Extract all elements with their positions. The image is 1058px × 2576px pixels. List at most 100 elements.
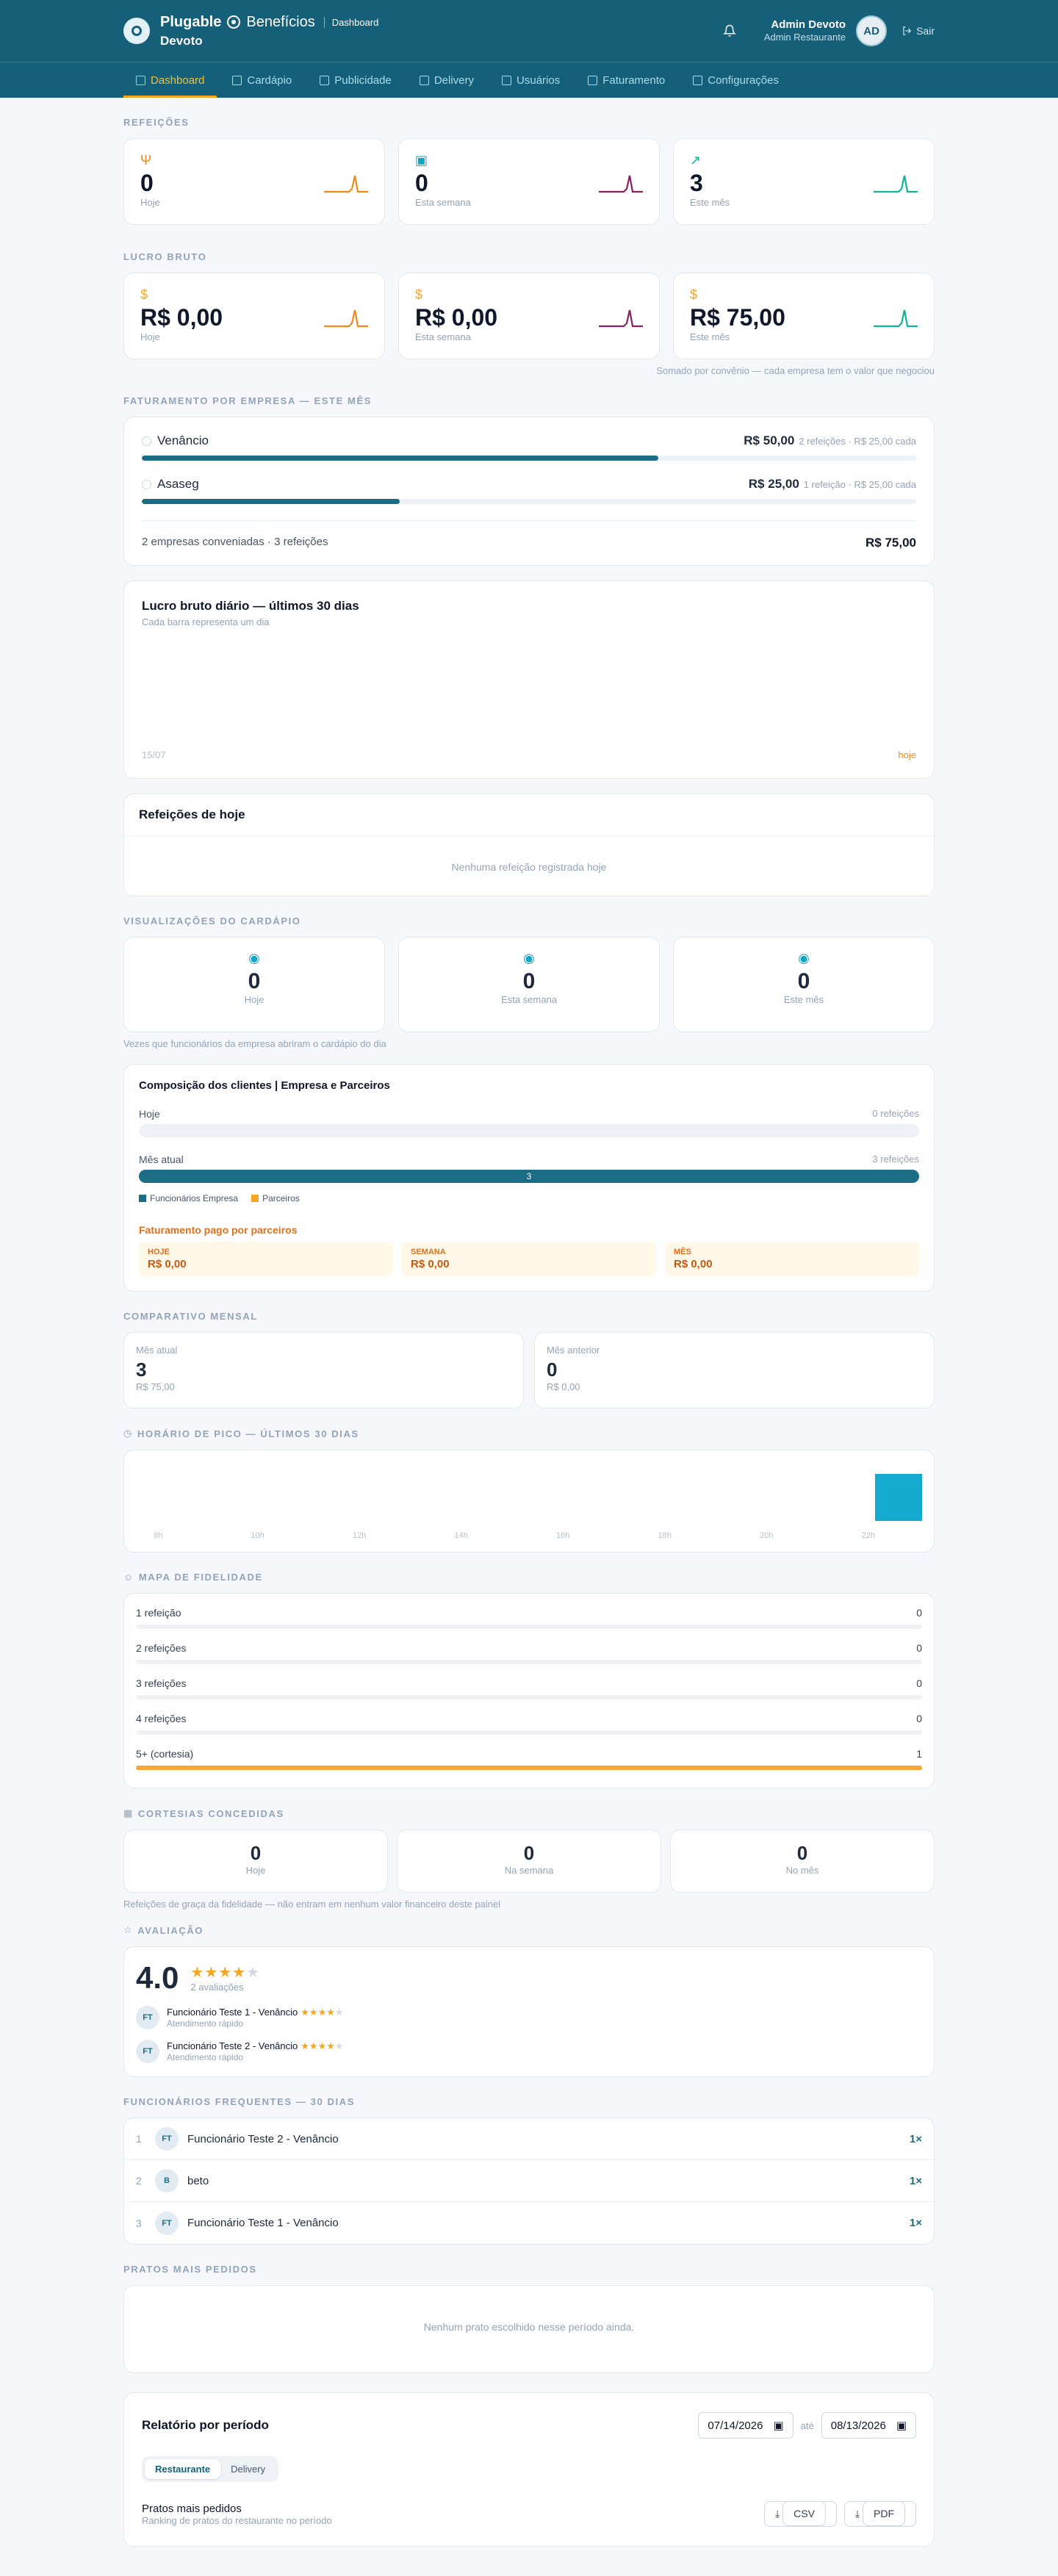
- tick-label: 10h: [251, 1531, 264, 1540]
- gift-icon: ▦: [123, 1807, 134, 1818]
- restaurant-name: Devoto: [160, 33, 203, 48]
- star-icon: ☆: [123, 1924, 134, 1935]
- card-title: Refeições de hoje: [124, 794, 934, 836]
- revenue-summary: 2 empresas conveniadas · 3 refeições: [142, 536, 328, 548]
- company-detail: 2 refeições · R$ 25,00 cada: [799, 436, 916, 447]
- avatar[interactable]: AD: [856, 15, 888, 46]
- pdf-button[interactable]: ⤓ PDF: [843, 2501, 916, 2527]
- rating-count: 2 avaliações: [190, 1982, 244, 1993]
- tab-label: Cardápio: [247, 73, 292, 87]
- gear-icon: [693, 75, 703, 85]
- tab-label: Usuários: [517, 73, 561, 87]
- tab-restaurant[interactable]: Restaurante: [145, 2459, 221, 2479]
- tab-cardapio[interactable]: Cardápio: [220, 62, 304, 98]
- app-logo[interactable]: [123, 18, 150, 44]
- company-icon: [142, 479, 151, 489]
- section-label: ☺ Mapa de fidelidade: [123, 1572, 263, 1583]
- section-label: ▦ Cortesias concedidas: [123, 1807, 284, 1819]
- clock-icon: ◷: [123, 1428, 133, 1439]
- logout-icon: [903, 26, 912, 35]
- courtesy-card: 0 Na semana: [397, 1830, 661, 1893]
- views-value: 0: [522, 969, 536, 993]
- tab-delivery[interactable]: Delivery: [220, 2459, 276, 2479]
- section-label: Lucro bruto: [123, 251, 207, 262]
- views-value: 0: [248, 969, 261, 993]
- company-row: Asaseg R$ 25,00 1 refeição · R$ 25,00 cad…: [142, 477, 916, 504]
- tick-label: 8h: [154, 1531, 163, 1540]
- revenue-by-company-card: Venâncio R$ 50,00 2 refeições · R$ 25,00 …: [123, 417, 935, 566]
- courtesy-card: 0 No mês: [670, 1830, 935, 1893]
- empty-state: Nenhum prato escolhido nesse período ain…: [423, 2321, 635, 2333]
- views-note: Vezes que funcionários da empresa abrira…: [123, 1038, 386, 1049]
- calendar-icon: ▣: [415, 153, 428, 168]
- section-label: Funcionários frequentes — 30 dias: [123, 2096, 355, 2107]
- views-label: Esta semana: [501, 994, 557, 1005]
- report-tabs: Restaurante Delivery: [142, 2456, 279, 2482]
- tab-publicidade[interactable]: Publicidade: [307, 62, 404, 98]
- user-role: Admin Restaurante: [763, 32, 846, 43]
- tab-dashboard[interactable]: Dashboard: [123, 62, 217, 98]
- date-from-input[interactable]: 07/14/2026 ▣: [698, 2412, 794, 2439]
- section-label: Refeições: [123, 117, 190, 128]
- section-label: ☆ Avaliação: [123, 1924, 204, 1936]
- tab-faturamento[interactable]: Faturamento: [575, 62, 677, 98]
- views-value: 0: [797, 969, 810, 993]
- composition-card: Composição dos clientes | Empresa e Parc…: [123, 1064, 935, 1292]
- kpi-label: Este mês: [690, 331, 730, 342]
- tab-usuarios[interactable]: Usuários: [489, 62, 572, 98]
- sparkline: [874, 309, 918, 328]
- tab-configuracoes[interactable]: Configurações: [680, 62, 791, 98]
- revenue-total: R$ 75,00: [866, 536, 916, 550]
- kpi-card: $ R$ 0,00 Esta semana: [398, 273, 660, 359]
- company-bar-fill: [142, 456, 659, 461]
- users-icon: ☺: [123, 1572, 134, 1583]
- bell-icon[interactable]: [720, 21, 739, 40]
- csv-button[interactable]: ⤓ CSV: [764, 2501, 837, 2527]
- company-name: Venâncio: [157, 433, 209, 447]
- company-row: Venâncio R$ 50,00 2 refeições · R$ 25,00 …: [142, 433, 916, 461]
- trend-up-icon: ↗: [690, 153, 702, 168]
- kpi-label: Esta semana: [415, 197, 471, 208]
- megaphone-icon: [320, 75, 330, 85]
- kpi-label: Hoje: [140, 331, 160, 342]
- section-label: Faturamento por empresa — este mês: [123, 395, 373, 406]
- section-label: Visualizações do cardápio: [123, 915, 301, 927]
- chart-title: Lucro bruto diário — últimos 30 dias: [142, 599, 359, 613]
- date-to-input[interactable]: 08/13/2026 ▣: [821, 2412, 916, 2439]
- loyalty-card: 1 refeição 0 2 refeições 0 3 refeições 0 4 …: [123, 1593, 935, 1788]
- tab-delivery[interactable]: Delivery: [407, 62, 486, 98]
- kpi-card: Ψ 0 Hoje: [123, 138, 385, 225]
- kpi-label: Este mês: [690, 197, 730, 208]
- loyalty-row: 3 refeições 0: [136, 1673, 922, 1699]
- eye-icon: ◉: [248, 951, 260, 965]
- tick-label: 14h: [454, 1531, 468, 1540]
- bar-chart-icon: [136, 75, 145, 85]
- logout-button[interactable]: Sair: [902, 25, 935, 37]
- dollar-icon: $: [690, 287, 698, 302]
- partner-box: SEMANA R$ 0,00: [402, 1242, 656, 1276]
- avatar: FT: [136, 2006, 159, 2029]
- loyalty-row: 2 refeições 0: [136, 1638, 922, 1664]
- kpi-card: $ R$ 75,00 Este mês: [673, 273, 935, 359]
- empty-state: Nenhuma refeição registrada hoje: [451, 861, 607, 873]
- period-label: Mês atual: [139, 1154, 184, 1165]
- tab-label: Configurações: [708, 73, 779, 87]
- section-label: ◷ Horário de pico — últimos 30 dias: [123, 1428, 359, 1439]
- partner-box: MÊS R$ 0,00: [665, 1242, 919, 1276]
- users-icon: [502, 75, 512, 85]
- tick-label: 20h: [760, 1531, 774, 1540]
- eye-icon: ◉: [523, 951, 535, 965]
- frequent-employees-card: 1 FT Funcionário Teste 2 - Venâncio 1× 2 Bbe…: [123, 2118, 935, 2245]
- tab-label: Delivery: [433, 73, 475, 87]
- kpi-card: ▣ 0 Esta semana: [398, 138, 660, 225]
- user-name: Admin Devoto: [771, 18, 846, 31]
- period-count: 3 refeições: [872, 1154, 919, 1165]
- company-bar: [142, 456, 916, 461]
- brand-product: Benefícios: [246, 13, 315, 30]
- receipt-icon: [588, 75, 598, 85]
- card-title: Composição dos clientes | Empresa e Parc…: [139, 1079, 390, 1092]
- company-value: R$ 25,00: [748, 477, 799, 491]
- previous-month-card: Mês anterior 0 R$ 0,00: [534, 1332, 935, 1408]
- breadcrumb: Dashboard: [323, 16, 378, 28]
- list-item: 2 Bbeto 1×: [124, 2160, 934, 2202]
